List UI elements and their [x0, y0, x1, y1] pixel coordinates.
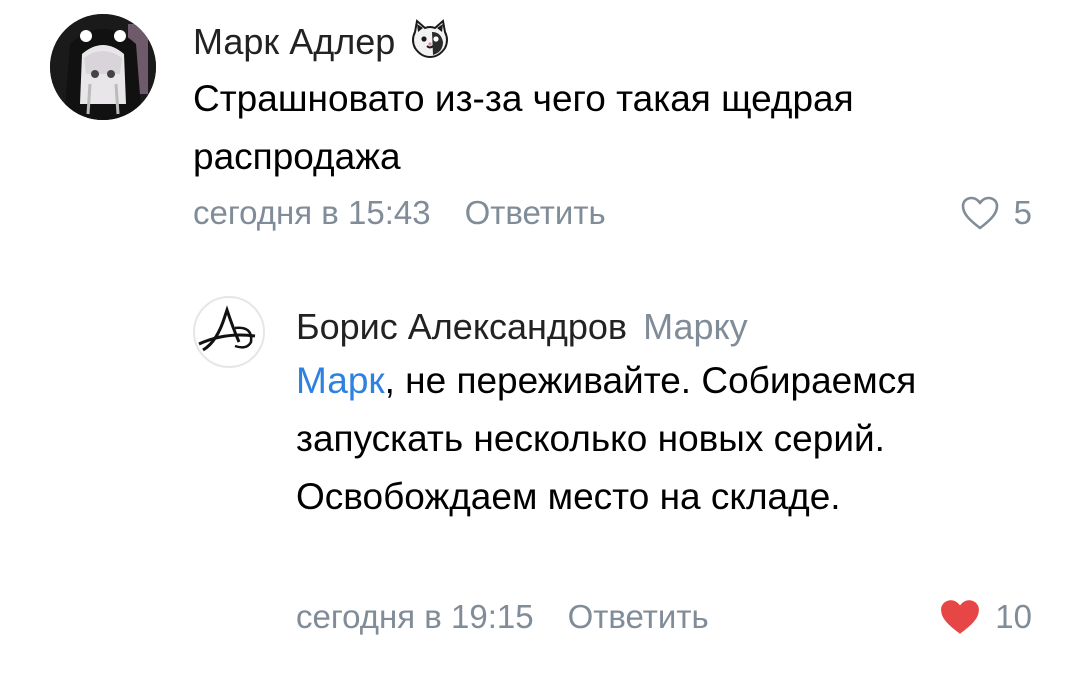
avatar[interactable] — [50, 14, 156, 120]
author-line: Марк Адлер — [193, 18, 451, 70]
cat-face-icon — [409, 18, 451, 70]
like-button[interactable]: 10 — [939, 597, 1032, 637]
mention-link[interactable]: Марк — [296, 360, 385, 401]
author-name[interactable]: Марк Адлер — [193, 21, 395, 62]
comment-time: сегодня в 15:43 — [193, 194, 431, 231]
like-count: 5 — [1013, 194, 1032, 231]
heart-filled-icon — [941, 600, 980, 634]
comment-time: сегодня в 19:15 — [296, 598, 534, 635]
avatar-image — [50, 14, 156, 120]
comment-item: Марк Адлер Страшновато из-за чего такая … — [0, 0, 1080, 260]
author-line: Борис Александров Марку — [296, 305, 748, 349]
reply-to-label[interactable]: Марку — [643, 306, 748, 347]
signature-logo-icon — [198, 305, 256, 352]
comment-meta: сегодня в 15:43 Ответить — [193, 193, 606, 233]
reply-item: Борис Александров Марку Марк, не пережива… — [0, 280, 1080, 673]
like-button[interactable]: 5 — [960, 193, 1032, 233]
reply-button[interactable]: Ответить — [568, 598, 709, 635]
reply-button[interactable]: Ответить — [465, 194, 606, 231]
comment-text: Марк, не переживайте. Собираемся запуска… — [296, 352, 1036, 526]
author-name[interactable]: Борис Александров — [296, 306, 627, 347]
comment-text-body: , не переживайте. Собираемся запускать н… — [296, 360, 917, 517]
heart-outline-icon — [961, 196, 998, 230]
like-count: 10 — [995, 598, 1032, 635]
comment-meta: сегодня в 19:15 Ответить — [296, 597, 709, 637]
comment-text: Страшновато из-за чего такая щедрая расп… — [193, 78, 854, 177]
avatar[interactable] — [193, 296, 265, 368]
